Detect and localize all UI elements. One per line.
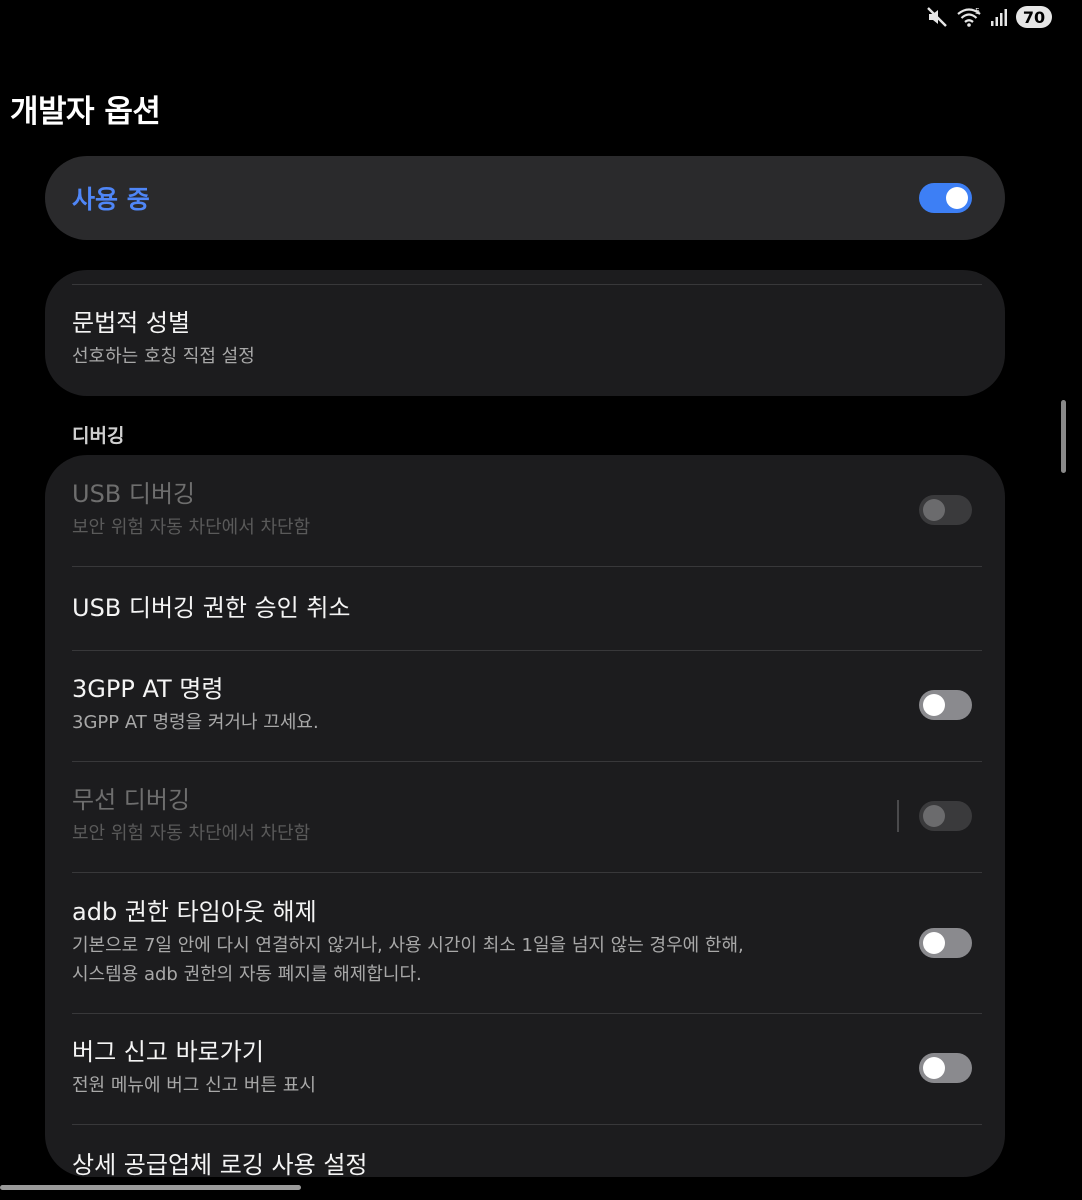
divider [72, 566, 982, 567]
master-toggle[interactable] [919, 183, 972, 213]
vertical-separator [897, 800, 899, 832]
adb-timeout-toggle[interactable] [919, 928, 972, 958]
item-title: 상세 공급업체 로깅 사용 설정 [72, 1151, 368, 1177]
toggle-knob [923, 932, 945, 954]
screen: 5 70 개발자 옵션 사용 중 문법적 성별 선호하는 호칭 직접 설정 디버… [0, 0, 1082, 1200]
divider [72, 284, 982, 285]
scrollbar-thumb[interactable] [1061, 400, 1066, 473]
item-subtitle: 3GPP AT 명령을 켜거나 끄세요. [72, 711, 319, 733]
item-subtitle-line2: 시스템용 adb 권한의 자동 폐지를 해제합니다. [72, 964, 422, 985]
item-title: adb 권한 타임아웃 해제 [72, 898, 317, 926]
mute-icon [926, 6, 948, 28]
wifi-icon: 5 [956, 6, 982, 28]
item-title: 버그 신고 바로가기 [72, 1037, 264, 1066]
signal-icon [990, 7, 1008, 27]
divider [72, 1013, 982, 1014]
divider [72, 872, 982, 873]
home-indicator [0, 1185, 301, 1190]
3gpp-at-commands-item[interactable]: 3GPP AT 명령 3GPP AT 명령을 켜거나 끄세요. [72, 674, 982, 736]
master-switch-label: 사용 중 [72, 185, 150, 214]
item-subtitle-line1: 기본으로 7일 안에 다시 연결하지 않거나, 사용 시간이 최소 1일을 넘지… [72, 935, 744, 956]
status-bar: 5 70 [926, 4, 1052, 30]
toggle-knob [923, 805, 945, 827]
section-header-debugging: 디버깅 [72, 425, 125, 447]
3gpp-at-toggle[interactable] [919, 690, 972, 720]
master-switch-card[interactable]: 사용 중 [45, 156, 1005, 240]
item-title: USB 디버깅 권한 승인 취소 [72, 594, 351, 622]
item-title: 무선 디버깅 [72, 785, 191, 814]
wifi-badge: 5 [975, 7, 980, 16]
item-subtitle: 선호하는 호칭 직접 설정 [72, 346, 255, 367]
toggle-knob [946, 187, 968, 209]
item-title: 3GPP AT 명령 [72, 674, 224, 703]
page-title: 개발자 옵션 [10, 94, 161, 130]
wireless-debugging-toggle[interactable] [919, 801, 972, 831]
item-title: USB 디버깅 [72, 479, 196, 508]
top-settings-group: 문법적 성별 선호하는 호칭 직접 설정 [45, 270, 1005, 396]
item-subtitle: 보안 위험 자동 차단에서 차단함 [72, 822, 311, 844]
wireless-debugging-item[interactable]: 무선 디버깅 보안 위험 자동 차단에서 차단함 [72, 785, 982, 847]
bug-report-toggle[interactable] [919, 1053, 972, 1083]
usb-debugging-item[interactable]: USB 디버깅 보안 위험 자동 차단에서 차단함 [72, 479, 982, 541]
toggle-knob [923, 694, 945, 716]
usb-debugging-toggle[interactable] [919, 495, 972, 525]
item-subtitle: 보안 위험 자동 차단에서 차단함 [72, 516, 311, 538]
battery-indicator: 70 [1016, 6, 1052, 28]
divider [72, 1124, 982, 1125]
bug-report-shortcut-item[interactable]: 버그 신고 바로가기 전원 메뉴에 버그 신고 버튼 표시 [72, 1037, 982, 1099]
item-title: 문법적 성별 [72, 309, 191, 337]
verbose-vendor-logging-item[interactable]: 상세 공급업체 로깅 사용 설정 [72, 1148, 982, 1177]
debugging-group: USB 디버깅 보안 위험 자동 차단에서 차단함 USB 디버깅 권한 승인 … [45, 455, 1005, 1177]
divider [72, 650, 982, 651]
item-subtitle: 전원 메뉴에 버그 신고 버튼 표시 [72, 1074, 316, 1096]
divider [72, 761, 982, 762]
grammatical-gender-item[interactable]: 문법적 성별 선호하는 호칭 직접 설정 [72, 308, 982, 371]
adb-auth-timeout-item[interactable]: adb 권한 타임아웃 해제 기본으로 7일 안에 다시 연결하지 않거나, 사… [72, 896, 982, 990]
revoke-usb-auth-item[interactable]: USB 디버깅 권한 승인 취소 [72, 591, 982, 625]
toggle-knob [923, 1057, 945, 1079]
toggle-knob [923, 499, 945, 521]
